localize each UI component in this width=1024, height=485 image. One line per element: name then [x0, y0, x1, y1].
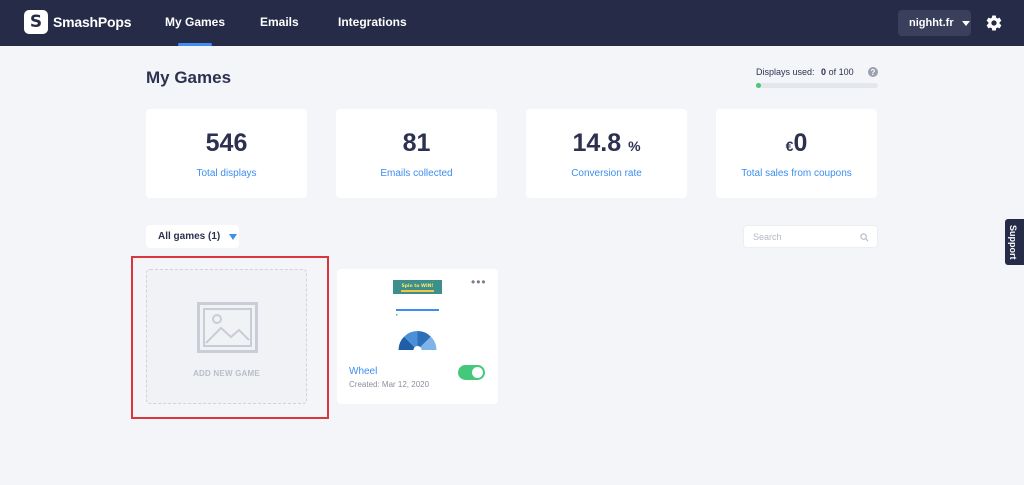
help-icon[interactable]: ?	[868, 67, 878, 77]
support-label: Support	[1008, 225, 1018, 260]
stat-emails-collected: 81 Emails collected	[336, 109, 497, 198]
games-filter-dropdown[interactable]: All games (1)	[146, 225, 239, 248]
more-options-icon[interactable]: •••	[471, 276, 487, 288]
stat-label: Total displays	[196, 168, 257, 179]
thumbnail-title: Spin to WIN!	[401, 283, 433, 289]
image-placeholder-icon	[197, 302, 258, 353]
displays-usage: Displays used: 0 of 100 ?	[756, 67, 878, 88]
usage-progress-fill	[756, 83, 761, 88]
stat-total-sales: €0 Total sales from coupons	[716, 109, 877, 198]
game-name[interactable]: Wheel	[349, 366, 377, 377]
game-thumbnail: Spin to WIN!	[393, 280, 442, 350]
store-selector[interactable]: nighht.fr	[898, 10, 971, 36]
search-input[interactable]	[744, 226, 844, 247]
stat-label: Total sales from coupons	[741, 168, 852, 179]
stat-value: 14.8 %	[572, 129, 641, 157]
chevron-down-icon	[229, 233, 238, 240]
logo-mark: S	[24, 10, 48, 34]
stat-conversion-rate: 14.8 % Conversion rate	[526, 109, 687, 198]
usage-progress-bar	[756, 83, 878, 88]
game-enabled-toggle[interactable]	[458, 365, 485, 380]
nav-integrations[interactable]: Integrations	[338, 15, 407, 29]
store-name: nighht.fr	[909, 17, 954, 29]
search-icon[interactable]	[860, 233, 869, 242]
logo[interactable]: S SmashPops	[24, 10, 132, 34]
stat-total-displays: 546 Total displays	[146, 109, 307, 198]
nav-my-games[interactable]: My Games	[165, 15, 225, 46]
page-title: My Games	[146, 68, 232, 87]
game-card[interactable]: Spin to WIN! ••• Wheel Created: Mar 12, …	[337, 269, 498, 404]
stat-label: Emails collected	[380, 168, 453, 179]
gear-icon[interactable]	[985, 14, 1003, 32]
usage-label: Displays used:	[756, 67, 815, 77]
filter-label: All games (1)	[158, 231, 221, 242]
support-tab[interactable]: Support	[1005, 219, 1024, 265]
search-box	[743, 225, 878, 248]
nav-emails[interactable]: Emails	[260, 15, 299, 29]
add-new-game-card[interactable]: ADD NEW GAME	[146, 269, 307, 404]
chevron-down-icon	[961, 20, 970, 26]
top-navbar: S SmashPops My Games Emails Integrations…	[0, 0, 1024, 46]
stat-value: 81	[402, 129, 431, 157]
add-new-game-label: ADD NEW GAME	[193, 369, 260, 378]
stat-label: Conversion rate	[571, 168, 642, 179]
stat-value: €0	[785, 129, 808, 157]
stat-value: 546	[205, 129, 248, 157]
game-created-date: Created: Mar 12, 2020	[349, 380, 430, 389]
usage-count: 0 of 100	[821, 67, 854, 77]
logo-text: SmashPops	[53, 14, 132, 30]
